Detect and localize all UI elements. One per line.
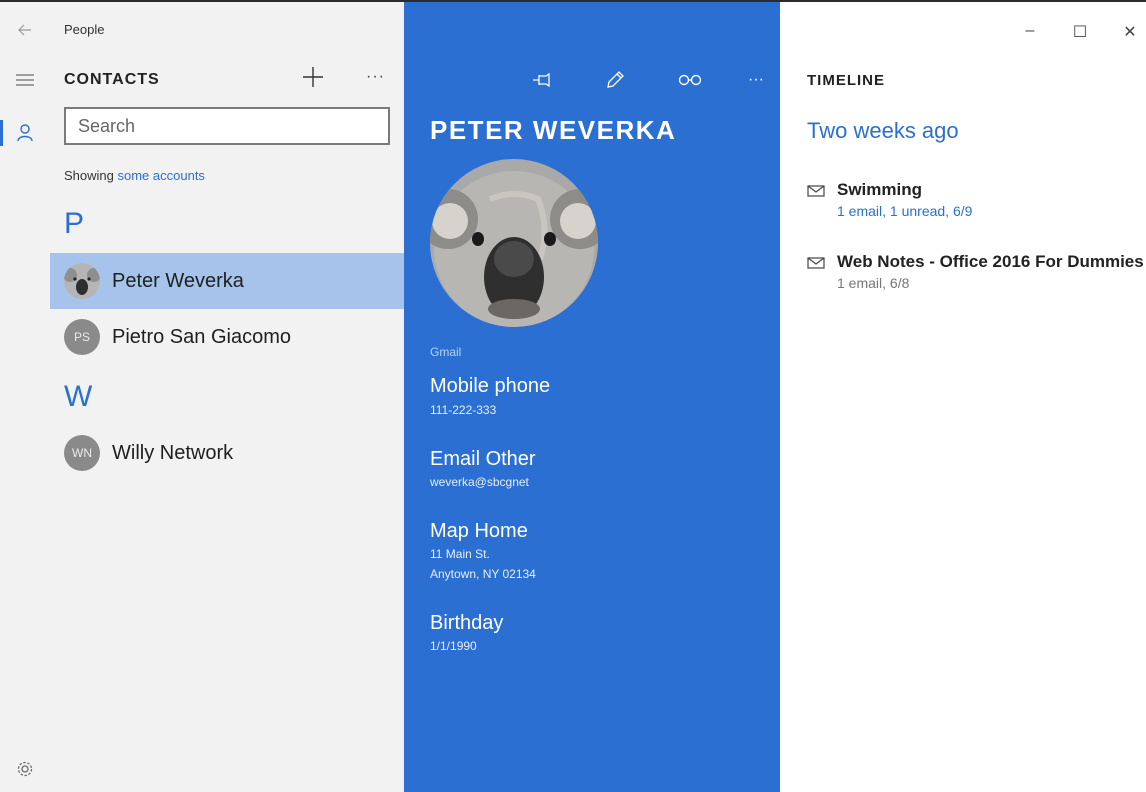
timeline-heading: TIMELINE <box>807 72 885 89</box>
hamburger-menu-icon[interactable] <box>0 74 50 86</box>
pencil-icon[interactable] <box>601 66 629 94</box>
email-other-label: Email Other <box>430 448 536 470</box>
gear-icon[interactable] <box>0 760 50 778</box>
timeline-item-subtitle: 1 email, 6/8 <box>837 275 910 291</box>
minimize-button[interactable]: – <box>1020 22 1040 40</box>
email-other-value[interactable]: weverka@sbcgnet <box>430 472 529 492</box>
birthday-label: Birthday <box>430 612 504 634</box>
contact-name: Peter Weverka <box>112 269 244 292</box>
mail-icon <box>807 257 825 269</box>
account-source: Gmail <box>430 345 462 359</box>
contact-name: Pietro San Giacomo <box>112 325 291 348</box>
contact-row-willy-network[interactable]: WN Willy Network <box>50 425 404 481</box>
contact-photo[interactable] <box>430 159 598 327</box>
contact-name: Willy Network <box>112 441 234 464</box>
timeline-item-subtitle: 1 email, 1 unread, 6/9 <box>837 203 973 219</box>
search-input[interactable] <box>64 107 390 145</box>
mobile-phone-label: Mobile phone <box>430 375 551 397</box>
timeline-date-group: Two weeks ago <box>807 118 959 143</box>
avatar: PS <box>64 319 100 355</box>
avatar: WN <box>64 435 100 471</box>
avatar <box>64 263 100 299</box>
contact-row-pietro-san-giacomo[interactable]: PS Pietro San Giacomo <box>50 309 404 365</box>
nav-rail <box>0 2 50 792</box>
pin-icon[interactable] <box>529 66 557 94</box>
some-accounts-link[interactable]: some accounts <box>118 168 205 183</box>
timeline-item-swimming[interactable]: Swimming 1 email, 1 unread, 6/9 <box>807 180 972 219</box>
timeline-item-title: Swimming <box>837 180 923 199</box>
close-button[interactable]: ✕ <box>1120 22 1140 42</box>
contact-detail-pane: ··· PETER WEVERKA Gmail Mobile phone 111… <box>404 2 780 792</box>
contact-full-name: PETER WEVERKA <box>430 115 677 145</box>
mobile-phone-value[interactable]: 111-222-333 <box>430 400 496 420</box>
map-home-label: Map Home <box>430 520 528 542</box>
maximize-button[interactable]: ☐ <box>1070 22 1090 42</box>
contacts-heading: CONTACTS <box>64 71 160 88</box>
contacts-pane: People CONTACTS ··· Showing some account… <box>50 2 404 792</box>
contacts-more-button[interactable]: ··· <box>366 68 385 86</box>
app-title: People <box>64 22 105 37</box>
person-icon[interactable] <box>0 124 50 142</box>
birthday-value: 1/1/1990 <box>430 639 477 653</box>
address-line-2[interactable]: Anytown, NY 02134 <box>430 564 536 584</box>
timeline-item-web-notes[interactable]: Web Notes - Office 2016 For Dummies 1 em… <box>807 252 1144 291</box>
showing-accounts: Showing some accounts <box>64 168 205 183</box>
contact-row-peter-weverka[interactable]: Peter Weverka <box>50 253 404 309</box>
detail-more-button[interactable]: ··· <box>742 66 770 94</box>
showing-prefix: Showing <box>64 168 114 183</box>
address-line-1[interactable]: 11 Main St. <box>430 544 490 564</box>
mail-icon <box>807 185 825 197</box>
add-contact-button[interactable] <box>300 64 326 90</box>
people-app-window: People CONTACTS ··· Showing some account… <box>0 0 1146 792</box>
link-icon[interactable] <box>676 66 704 94</box>
group-header-p[interactable]: P <box>64 207 84 241</box>
timeline-item-title: Web Notes - Office 2016 For Dummies <box>837 252 1144 271</box>
back-arrow-icon[interactable] <box>0 24 50 36</box>
group-header-w[interactable]: W <box>64 380 92 414</box>
timeline-pane: – ☐ ✕ TIMELINE Two weeks ago Swimming 1 … <box>780 2 1146 792</box>
